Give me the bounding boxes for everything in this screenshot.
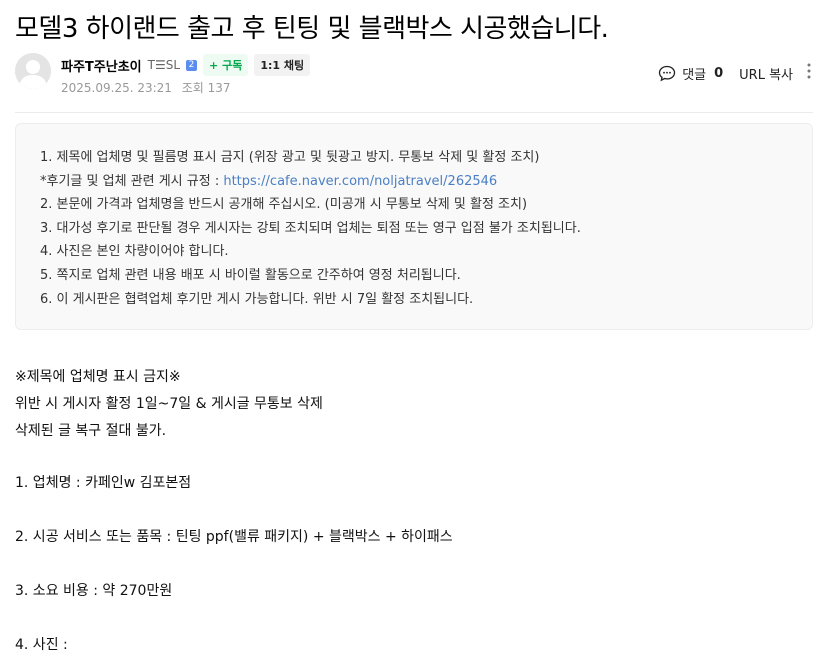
body-item-photo: 4. 사진 : [15,637,68,653]
comment-icon [659,65,676,81]
notice-line: 3. 대가성 후기로 판단될 경우 게시자는 강퇴 조치되며 업체는 퇴점 또는… [40,220,581,236]
rule-line: 삭제된 글 복구 절대 불가. [15,423,167,439]
notice-line-link: *후기글 및 업체 관련 게시 규정 : https://cafe.naver.… [40,170,788,194]
chat-button[interactable]: 1:1 채팅 [254,54,311,76]
post-body: ※제목에 업체명 표시 금지※ 위반 시 게시자 활정 1일~7일 & 게시글 … [15,364,453,653]
comment-count: 0 [714,65,724,81]
rules-link[interactable]: https://cafe.naver.com/noljatravel/26254… [223,174,497,189]
body-item-cost: 3. 소요 비용 : 약 270만원 [15,583,173,599]
notice-line: 2. 본문에 가격과 업체명을 반드시 공개해 주십시오. (미공개 시 무통보… [40,197,528,213]
more-options-icon[interactable] [807,63,813,83]
notice-line: 5. 쪽지로 업체 관련 내용 배포 시 바이럴 활동으로 간주하여 영정 처리… [40,267,461,283]
post-tools: 댓글 0 URL 복사 [658,63,813,83]
body-item-company: 1. 업체명 : 카페인w 김포본점 [15,475,192,491]
comment-label: 댓글 [682,67,707,83]
board-notice: 1. 제목에 업체명 및 필름명 표시 금지 (위장 광고 및 뒷광고 방지. … [15,123,813,330]
post-meta: 2025.09.25. 23:21 조회 137 [61,79,237,96]
rule-line: 위반 시 게시자 활정 1일~7일 & 게시글 무통보 삭제 [15,396,323,412]
rule-title: ※제목에 업체명 표시 금지※ [15,369,181,385]
comment-link[interactable]: 댓글 0 [658,64,723,83]
notice-line: 6. 이 게시판은 협력업체 후기만 게시 가능합니다. 위반 시 7일 활정 … [40,291,474,307]
notice-line: 1. 제목에 업체명 및 필름명 표시 금지 (위장 광고 및 뒷광고 방지. … [40,150,540,165]
level-badge-icon: 2 [186,59,198,71]
url-copy-button[interactable]: URL 복사 [739,64,793,83]
kebab-menu-icon [807,63,811,79]
author-name[interactable]: 파주T주난초이 [61,56,142,75]
post-title: 모델3 하이랜드 출고 후 틴팅 및 블랙박스 시공했습니다. [15,14,609,44]
post-views: 조회 137 [181,81,231,95]
author-info: 파주T주난초이 T☰SL 2 + 구독 1:1 채팅 [61,54,311,76]
author-avatar[interactable] [15,53,51,89]
author-level: T☰SL [147,58,181,72]
default-profile-icon [15,53,51,89]
notice-line: 4. 사진은 본인 차량이어야 합니다. [40,244,229,260]
body-item-service: 2. 시공 서비스 또는 품목 : 틴팅 ppf(밸류 패키지) + 블랙박스 … [15,529,453,545]
post-date: 2025.09.25. 23:21 [61,81,172,95]
header-divider [15,112,813,113]
notice-link-prefix: *후기글 및 업체 관련 게시 규정 : [40,173,224,189]
subscribe-button[interactable]: + 구독 [203,54,249,76]
